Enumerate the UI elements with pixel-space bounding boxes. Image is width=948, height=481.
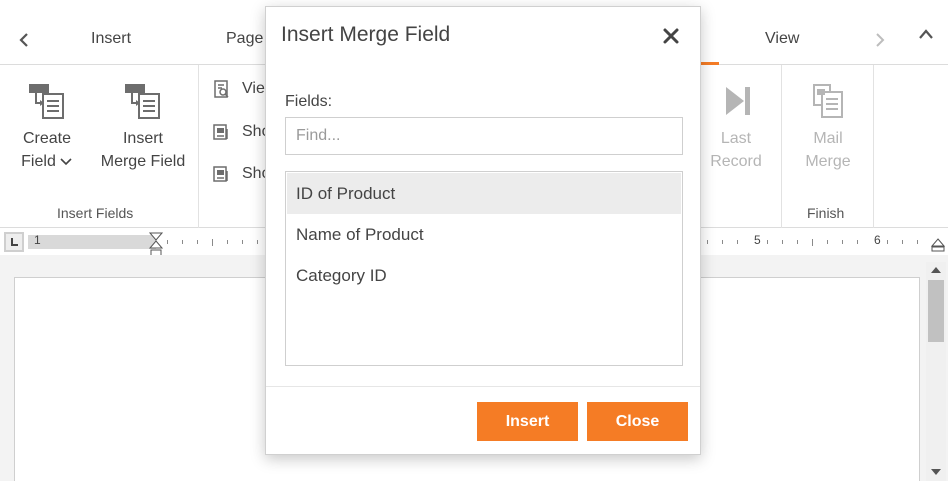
tab-insert[interactable]: Insert	[91, 30, 131, 48]
right-indent-marker-icon[interactable]	[931, 238, 945, 252]
ruler-number: 6	[874, 233, 881, 247]
ruler-tick	[887, 240, 888, 244]
view-merged-data-icon	[214, 80, 229, 98]
vertical-scrollbar[interactable]	[926, 262, 946, 481]
tab-page[interactable]: Page	[226, 30, 263, 48]
last-record-label-2: Record	[710, 153, 762, 170]
last-record-label-1: Last	[720, 130, 752, 147]
create-field-label-1: Create	[22, 130, 72, 147]
ruler-number: 5	[754, 233, 761, 247]
list-item[interactable]: Category ID	[287, 255, 681, 296]
chevron-up-icon[interactable]	[914, 18, 938, 50]
close-icon[interactable]	[658, 23, 684, 49]
list-item[interactable]: ID of Product	[287, 173, 681, 214]
last-record-icon	[726, 87, 750, 115]
ruler-tick	[797, 240, 798, 244]
ruler-tick	[182, 240, 183, 244]
create-field-button[interactable]: Create Field	[14, 81, 80, 173]
list-item[interactable]: Name of Product	[287, 214, 681, 255]
ruler-tick	[827, 240, 828, 244]
mail-merge-icon	[813, 84, 843, 118]
ruler-tick	[842, 240, 843, 244]
ruler-tick	[857, 240, 858, 244]
chevron-left-icon[interactable]	[12, 24, 36, 56]
ruler-tick	[767, 240, 768, 244]
mail-merge-button[interactable]: Mail Merge	[793, 81, 863, 173]
ruler-tick	[167, 240, 168, 244]
finish-group-label: Finish	[807, 205, 845, 221]
insert-merge-field-dialog: Insert Merge Field Fields: ID of Product…	[265, 6, 701, 455]
close-button[interactable]: Close	[587, 402, 688, 441]
fields-label: Fields:	[285, 93, 333, 110]
insert-fields-group-label: Insert Fields	[57, 205, 134, 221]
insert-button[interactable]: Insert	[477, 402, 578, 441]
group-divider	[781, 65, 782, 228]
group-divider	[198, 65, 199, 228]
ruler-tick	[812, 238, 813, 246]
ruler-tick	[197, 240, 198, 244]
ruler-tick	[722, 240, 723, 244]
ruler-number: 1	[34, 233, 41, 247]
dialog-footer-divider	[266, 386, 700, 387]
group-divider	[873, 65, 874, 228]
ruler-tick	[902, 240, 903, 244]
ruler-tick	[782, 240, 783, 244]
scrollbar-thumb[interactable]	[928, 280, 944, 342]
mail-merge-label-2: Merge	[805, 153, 851, 170]
find-input[interactable]	[285, 117, 683, 155]
insert-merge-field-button[interactable]: Insert Merge Field	[95, 81, 191, 173]
field-results-icon	[213, 166, 228, 182]
ruler-tick	[707, 240, 708, 244]
ruler-tick	[737, 240, 738, 244]
last-record-button[interactable]: Last Record	[703, 81, 769, 173]
chevron-right-icon[interactable]	[868, 24, 892, 56]
ruler-tick	[242, 240, 243, 244]
ruler-tick	[257, 240, 258, 244]
insert-merge-field-label-2: Merge Field	[100, 153, 186, 170]
create-field-label-2: Field	[14, 150, 80, 173]
chevron-down-icon	[60, 158, 72, 166]
field-codes-icon	[213, 124, 228, 140]
ruler-tick	[227, 240, 228, 244]
create-field-icon	[29, 84, 64, 119]
ruler-tick	[917, 240, 918, 244]
insert-merge-field-label-1: Insert	[122, 130, 163, 147]
scroll-up-icon[interactable]	[931, 267, 941, 273]
ruler-left-margin	[28, 235, 156, 249]
tab-view[interactable]: View	[765, 30, 799, 48]
scroll-down-icon[interactable]	[931, 469, 941, 475]
mail-merge-label-1: Mail	[813, 130, 843, 147]
fields-list[interactable]: ID of Product Name of Product Category I…	[285, 171, 683, 366]
dialog-title: Insert Merge Field	[281, 23, 451, 46]
insert-merge-field-icon	[125, 84, 160, 119]
ruler-tick	[212, 238, 213, 246]
tab-stop-selector[interactable]	[4, 232, 24, 252]
